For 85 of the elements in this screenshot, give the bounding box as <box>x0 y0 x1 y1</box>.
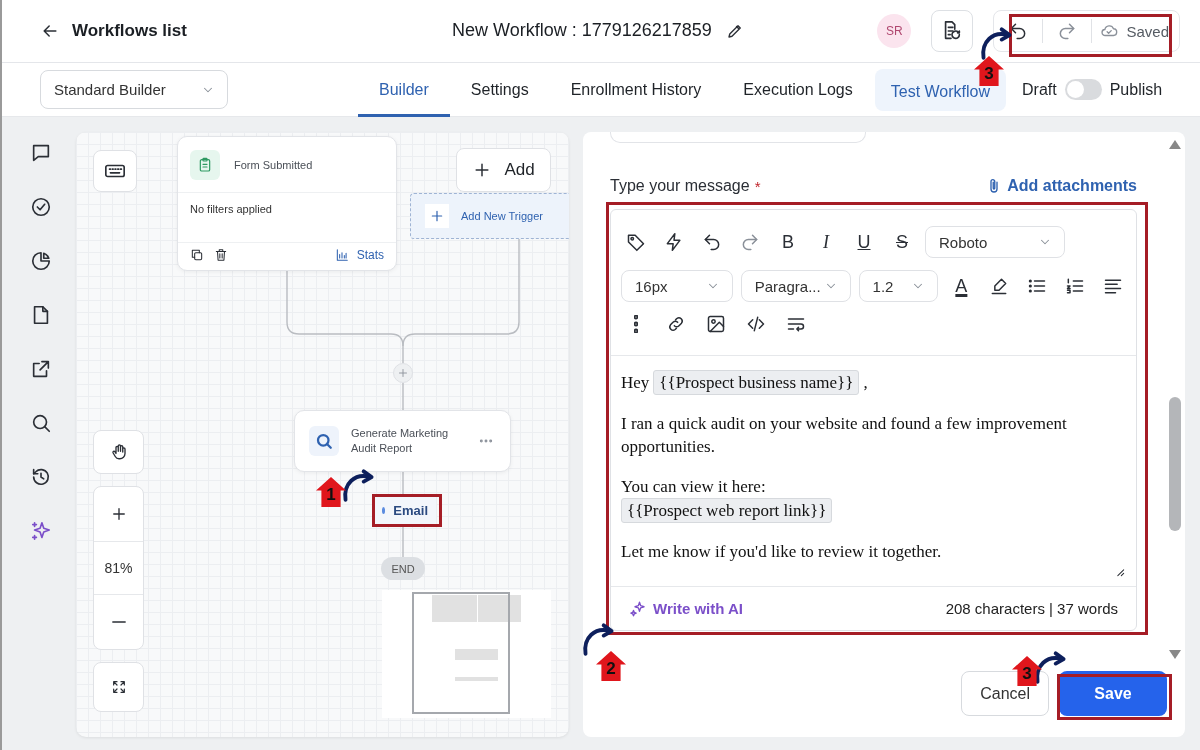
more-icon <box>634 315 638 333</box>
underline-button[interactable]: U <box>849 227 879 257</box>
plus-icon <box>429 208 445 224</box>
workflow-title: New Workflow : 1779126217859 <box>452 20 712 41</box>
hand-icon <box>109 443 128 461</box>
link-icon <box>666 314 686 334</box>
tag-icon <box>626 232 646 252</box>
workflows-list-link[interactable]: Workflows list <box>72 21 187 41</box>
bar-chart-icon <box>334 248 349 262</box>
action-title: Generate Marketing Audit Report <box>351 426 450 456</box>
builder-dropdown[interactable]: Standard Builder <box>40 70 228 109</box>
fit-screen-icon <box>110 679 127 695</box>
merge-tag: {{Prospect web report link}} <box>621 498 833 523</box>
tab[interactable]: Settings <box>449 62 550 117</box>
draft-label: Draft <box>1022 80 1057 99</box>
strike-button[interactable]: S <box>887 227 917 257</box>
redo-icon <box>740 232 760 252</box>
connector-line <box>402 471 404 495</box>
input-field[interactable] <box>610 132 866 143</box>
history-button[interactable] <box>931 10 974 52</box>
add-trigger-link[interactable]: Add New Trigger <box>461 210 543 222</box>
numbered-list-icon <box>1065 276 1086 296</box>
pie-chart-icon[interactable] <box>30 250 52 272</box>
bold-button[interactable]: B <box>773 227 803 257</box>
character-count: 208 characters | 37 words <box>945 600 1118 617</box>
plus-icon <box>397 367 409 379</box>
add-trigger-box[interactable]: Add New Trigger <box>410 193 569 239</box>
tab[interactable]: Enrollment History <box>549 62 723 117</box>
write-with-ai-link[interactable]: Write with AI <box>629 599 743 618</box>
history-icon[interactable] <box>30 466 52 488</box>
clipboard-icon <box>197 156 213 173</box>
image-icon <box>706 314 726 334</box>
message-label: Type your message <box>610 177 750 195</box>
highlight-box <box>372 494 442 527</box>
end-label: END <box>381 557 425 580</box>
tab[interactable]: Execution Logs <box>722 62 874 117</box>
stats-link[interactable]: Stats <box>334 248 384 262</box>
merge-tag: {{Prospect business name}} <box>653 370 860 395</box>
curved-arrow <box>580 622 616 656</box>
bullet-list-icon <box>1027 276 1048 296</box>
user-avatar[interactable]: SR <box>877 14 912 48</box>
pan-button[interactable] <box>93 430 144 474</box>
curved-arrow <box>340 468 376 502</box>
bolt-icon <box>664 232 684 252</box>
code-icon <box>746 314 766 334</box>
required-mark: * <box>754 177 761 195</box>
undo-icon <box>702 232 722 252</box>
search-icon <box>315 432 333 450</box>
message-text: You can view it here: <box>621 476 766 498</box>
add-attachments-link[interactable]: Add attachments <box>985 177 1137 195</box>
message-text: Let me know if you'd like to review it together. <box>621 541 942 563</box>
sparkle-icon <box>629 599 647 618</box>
message-text: I ran a quick audit on your website and found a few improvement opportunities. <box>621 413 1068 458</box>
align-icon <box>1103 276 1124 296</box>
publish-label: Publish <box>1109 80 1163 99</box>
chat-icon[interactable] <box>30 142 52 164</box>
search-icon[interactable] <box>30 412 52 434</box>
trigger-title: Form Submitted <box>234 158 313 171</box>
font-dropdown[interactable]: Roboto <box>925 226 1065 258</box>
action-card[interactable]: Generate Marketing Audit Report <box>294 410 511 472</box>
font-size-dropdown[interactable]: 16px <box>621 270 733 302</box>
trigger-card[interactable]: Form Submitted No filters applied Stats <box>177 136 397 271</box>
external-link-icon[interactable] <box>30 358 52 380</box>
italic-button[interactable]: I <box>811 227 841 257</box>
save-status: Saved <box>1126 22 1169 40</box>
copy-icon[interactable] <box>190 248 204 262</box>
branch-chip[interactable]: Email <box>374 496 436 524</box>
text-color-button[interactable]: A <box>946 271 977 301</box>
check-circle-icon[interactable] <box>30 196 52 218</box>
curved-arrow <box>978 26 1014 60</box>
add-button[interactable]: Add <box>456 148 551 192</box>
line-height-dropdown[interactable]: 1.2 <box>858 270 939 302</box>
save-button[interactable]: Save <box>1059 671 1167 716</box>
message-text: , <box>863 372 868 394</box>
connector-line <box>402 382 404 411</box>
filter-text: No filters applied <box>178 193 396 243</box>
sparkle-icon[interactable] <box>30 520 52 542</box>
trash-icon[interactable] <box>214 248 228 262</box>
connector-line <box>402 526 404 558</box>
message-text: Hey <box>621 372 650 394</box>
minus-icon <box>111 621 126 623</box>
zoom-level: 81% <box>94 541 143 595</box>
publish-toggle[interactable] <box>1064 79 1102 100</box>
block-format-dropdown[interactable]: Paragra... <box>740 270 851 302</box>
keyboard-button[interactable] <box>93 150 137 192</box>
